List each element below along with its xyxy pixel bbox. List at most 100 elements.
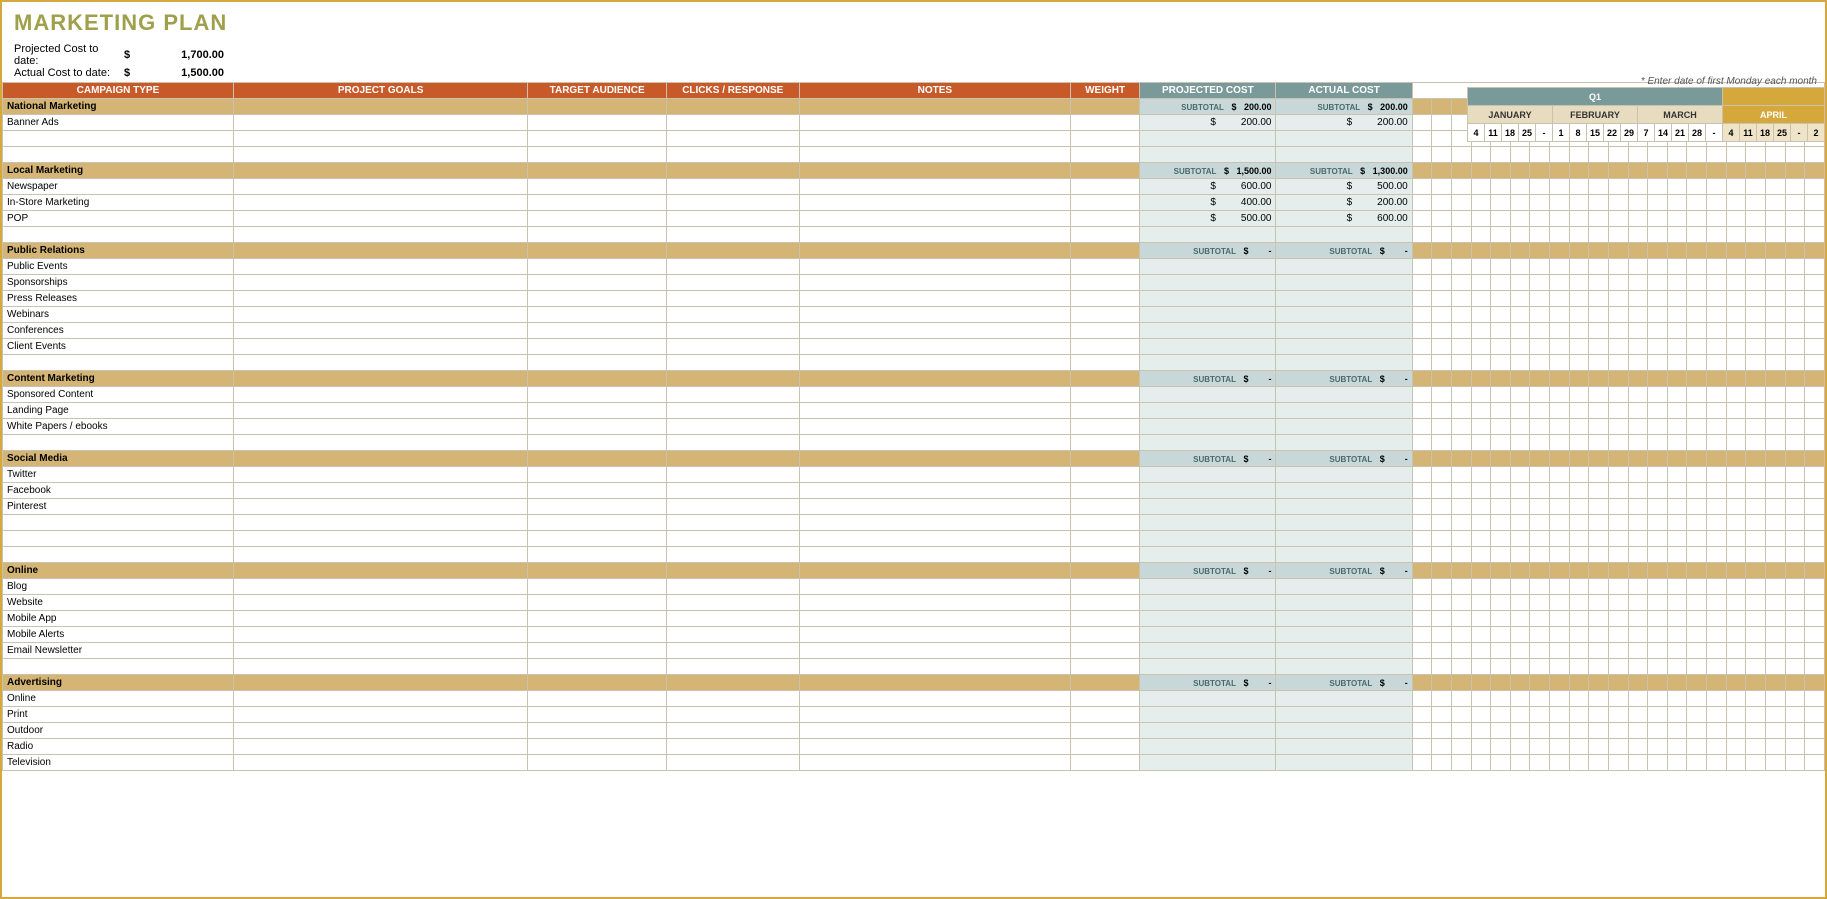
calendar-cell[interactable] <box>1608 195 1628 211</box>
item-name[interactable] <box>3 147 234 163</box>
calendar-cell[interactable] <box>1589 147 1609 163</box>
item-name[interactable]: Banner Ads <box>3 115 234 131</box>
calendar-cell[interactable] <box>1746 595 1766 611</box>
calendar-cell[interactable] <box>1569 419 1589 435</box>
calendar-cell[interactable] <box>1432 163 1452 179</box>
calendar-cell[interactable] <box>1628 659 1648 675</box>
item-name[interactable] <box>3 531 234 547</box>
calendar-cell[interactable] <box>1412 259 1432 275</box>
calendar-cell[interactable] <box>1569 483 1589 499</box>
calendar-cell[interactable] <box>1569 387 1589 403</box>
calendar-cell[interactable] <box>1726 435 1746 451</box>
calendar-cell[interactable] <box>1707 307 1727 323</box>
target-cell[interactable] <box>528 627 667 643</box>
calendar-cell[interactable] <box>1765 195 1785 211</box>
calendar-cell[interactable] <box>1530 627 1550 643</box>
calendar-cell[interactable] <box>1432 675 1452 691</box>
calendar-cell[interactable] <box>1726 467 1746 483</box>
calendar-cell[interactable] <box>1432 99 1452 115</box>
calendar-cell[interactable] <box>1471 339 1491 355</box>
calendar-cell[interactable] <box>1569 547 1589 563</box>
cost-cell[interactable]: $ 200.00 <box>1140 115 1276 131</box>
calendar-cell[interactable] <box>1648 435 1668 451</box>
weight-cell[interactable] <box>1070 387 1139 403</box>
cost-cell[interactable] <box>1140 307 1276 323</box>
calendar-cell[interactable] <box>1491 739 1511 755</box>
data-row[interactable]: Client Events <box>3 339 1825 355</box>
cost-cell[interactable] <box>1276 419 1412 435</box>
calendar-cell[interactable] <box>1726 691 1746 707</box>
target-cell[interactable] <box>528 131 667 147</box>
calendar-cell[interactable] <box>1707 707 1727 723</box>
calendar-cell[interactable] <box>1589 211 1609 227</box>
cost-cell[interactable] <box>1276 147 1412 163</box>
cost-cell[interactable] <box>1140 627 1276 643</box>
clicks-cell[interactable] <box>666 179 799 195</box>
calendar-cell[interactable] <box>1471 163 1491 179</box>
calendar-cell[interactable] <box>1687 419 1707 435</box>
marketing-grid[interactable]: CAMPAIGN TYPE PROJECT GOALS TARGET AUDIE… <box>2 82 1825 771</box>
calendar-cell[interactable] <box>1648 291 1668 307</box>
calendar-cell[interactable] <box>1648 163 1668 179</box>
calendar-cell[interactable] <box>1608 627 1628 643</box>
notes-cell[interactable] <box>799 435 1070 451</box>
item-name[interactable]: Mobile Alerts <box>3 627 234 643</box>
calendar-cell[interactable] <box>1451 243 1471 259</box>
weight-cell[interactable] <box>1070 755 1139 771</box>
notes-cell[interactable] <box>799 547 1070 563</box>
clicks-cell[interactable] <box>666 659 799 675</box>
calendar-cell[interactable] <box>1569 659 1589 675</box>
calendar-cell[interactable] <box>1746 435 1766 451</box>
calendar-cell[interactable] <box>1726 659 1746 675</box>
item-name[interactable]: Public Events <box>3 259 234 275</box>
calendar-cell[interactable] <box>1687 147 1707 163</box>
calendar-cell[interactable] <box>1491 659 1511 675</box>
calendar-cell[interactable] <box>1432 323 1452 339</box>
calendar-cell[interactable] <box>1687 579 1707 595</box>
calendar-cell[interactable] <box>1628 163 1648 179</box>
calendar-cell[interactable] <box>1550 755 1570 771</box>
calendar-cell[interactable] <box>1451 627 1471 643</box>
calendar-cell[interactable] <box>1530 339 1550 355</box>
calendar-cell[interactable] <box>1530 451 1550 467</box>
cost-cell[interactable] <box>1140 723 1276 739</box>
calendar-cell[interactable] <box>1628 483 1648 499</box>
calendar-cell[interactable] <box>1785 499 1805 515</box>
target-cell[interactable] <box>528 659 667 675</box>
calendar-cell[interactable] <box>1451 339 1471 355</box>
calendar-cell[interactable] <box>1550 547 1570 563</box>
calendar-cell[interactable] <box>1765 643 1785 659</box>
cost-cell[interactable] <box>1140 739 1276 755</box>
calendar-cell[interactable] <box>1451 579 1471 595</box>
calendar-cell[interactable] <box>1530 643 1550 659</box>
calendar-cell[interactable] <box>1432 211 1452 227</box>
calendar-cell[interactable] <box>1765 755 1785 771</box>
calendar-cell[interactable] <box>1785 147 1805 163</box>
calendar-cell[interactable] <box>1530 483 1550 499</box>
calendar-cell[interactable] <box>1432 611 1452 627</box>
calendar-cell[interactable] <box>1412 627 1432 643</box>
calendar-cell[interactable] <box>1687 387 1707 403</box>
weight-cell[interactable] <box>1070 275 1139 291</box>
calendar-cell[interactable] <box>1569 259 1589 275</box>
calendar-cell[interactable] <box>1530 467 1550 483</box>
calendar-cell[interactable] <box>1746 579 1766 595</box>
calendar-cell[interactable] <box>1667 723 1687 739</box>
calendar-cell[interactable] <box>1510 515 1530 531</box>
calendar-cell[interactable] <box>1765 691 1785 707</box>
calendar-cell[interactable] <box>1667 163 1687 179</box>
target-cell[interactable] <box>528 611 667 627</box>
calendar-cell[interactable] <box>1608 739 1628 755</box>
clicks-cell[interactable] <box>666 147 799 163</box>
calendar-cell[interactable] <box>1530 515 1550 531</box>
target-cell[interactable] <box>528 755 667 771</box>
notes-cell[interactable] <box>799 115 1070 131</box>
calendar-cell[interactable] <box>1608 483 1628 499</box>
calendar-cell[interactable] <box>1687 163 1707 179</box>
notes-cell[interactable] <box>799 227 1070 243</box>
calendar-cell[interactable] <box>1412 307 1432 323</box>
goals-cell[interactable] <box>233 211 527 227</box>
calendar-cell[interactable] <box>1451 179 1471 195</box>
calendar-cell[interactable] <box>1785 435 1805 451</box>
item-name[interactable] <box>3 547 234 563</box>
